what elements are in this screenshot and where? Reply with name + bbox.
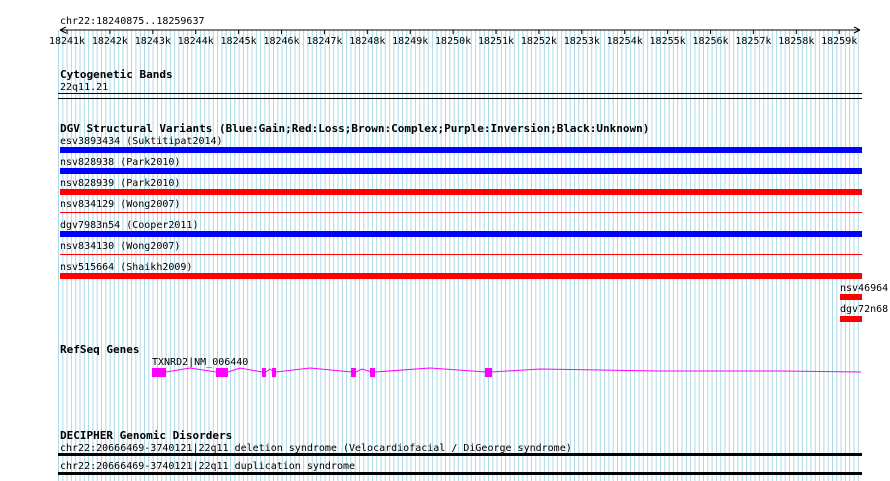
dgv-feature-label: nsv834129 (Wong2007) (60, 199, 180, 210)
ruler-tick-label: 18253k (564, 36, 600, 47)
dgv-edge-feature[interactable]: dgv72n68 (840, 304, 888, 322)
dgv-feature-label: nsv515664 (Shaikh2009) (60, 262, 192, 273)
dgv-feature-label: nsv834130 (Wong2007) (60, 241, 180, 252)
ruler-tick-label: 18247k (306, 36, 342, 47)
refseq-track: RefSeq Genes TXNRD2|NM_006440 (60, 343, 862, 377)
ruler-tick-label: 18251k (478, 36, 514, 47)
dgv-feature-bar (60, 212, 862, 213)
gene-exon (152, 368, 166, 377)
ruler-tick-label: 18259k (821, 36, 857, 47)
ruler-tick-label: 18241k (49, 36, 85, 47)
ruler-tick-label: 18258k (778, 36, 814, 47)
dgv-edge-bar (840, 294, 862, 300)
ruler-tick-label: 18256k (692, 36, 728, 47)
gene-exon (216, 368, 228, 377)
gene-exon (262, 368, 266, 377)
dgv-feature-bar (60, 168, 862, 174)
dgv-track-title: DGV Structural Variants (Blue:Gain;Red:L… (60, 122, 649, 135)
ruler-tick-label: 18254k (607, 36, 643, 47)
decipher-feature-label: chr22:20666469-3740121|22q11 duplication… (60, 461, 355, 472)
gene-exon (485, 368, 492, 377)
background-grid (58, 30, 859, 481)
genome-browser-view: chr22:18240875..18259637 18241k 18242k 182… (49, 16, 890, 481)
dgv-feature-bar (60, 254, 862, 255)
dgv-feature-bar (60, 273, 862, 279)
ruler-tick-label: 18255k (650, 36, 686, 47)
ruler-tick-label: 18242k (92, 36, 128, 47)
dgv-track: DGV Structural Variants (Blue:Gain;Red:L… (60, 122, 890, 322)
decipher-feature[interactable]: chr22:20666469-3740121|22q11 deletion sy… (58, 443, 862, 456)
decipher-feature-label: chr22:20666469-3740121|22q11 deletion sy… (60, 443, 572, 454)
gene-label: TXNRD2|NM_006440 (152, 357, 248, 368)
dgv-feature-bar (60, 147, 862, 153)
dgv-feature-bar (60, 231, 862, 237)
dgv-feature-bar (60, 189, 862, 195)
gene-exon (370, 368, 375, 377)
ruler-tick-label: 18252k (521, 36, 557, 47)
decipher-feature-bar (58, 453, 862, 456)
ruler-tick-label: 18245k (221, 36, 257, 47)
gene-exon (272, 368, 276, 377)
decipher-track: DECIPHER Genomic Disorders chr22:2066646… (58, 429, 862, 475)
dgv-feature-label: nsv828939 (Park2010) (60, 178, 180, 189)
dgv-edge-feature[interactable]: nsv46964: (840, 283, 890, 300)
region-label: chr22:18240875..18259637 (60, 16, 205, 27)
ruler-tick-label: 18257k (735, 36, 771, 47)
dgv-feature-label: dgv7983n54 (Cooper2011) (60, 220, 198, 231)
dgv-edge-label: nsv46964: (840, 283, 890, 294)
cytoband-label: 22q11.21 (60, 82, 108, 93)
decipher-feature-bar (58, 472, 862, 475)
dgv-edge-bar (840, 316, 862, 322)
decipher-track-title: DECIPHER Genomic Disorders (60, 429, 232, 442)
cytoband-track-title: Cytogenetic Bands (60, 68, 173, 81)
ruler-tick-label: 18243k (135, 36, 171, 47)
refseq-track-title: RefSeq Genes (60, 343, 139, 356)
dgv-feature-label: esv3893434 (Suktitipat2014) (60, 136, 223, 147)
gene-exon (351, 368, 356, 377)
ruler-tick-label: 18248k (349, 36, 385, 47)
ruler-tick-label: 18249k (392, 36, 428, 47)
dgv-feature-label: nsv828938 (Park2010) (60, 157, 180, 168)
ruler-tick-label: 18244k (178, 36, 214, 47)
decipher-feature[interactable]: chr22:20666469-3740121|22q11 duplication… (58, 461, 862, 475)
ruler-tick-label: 18246k (263, 36, 299, 47)
dgv-edge-label: dgv72n68 (840, 304, 888, 315)
gene-intron-line (165, 367, 862, 373)
ruler-tick-label: 18250k (435, 36, 471, 47)
